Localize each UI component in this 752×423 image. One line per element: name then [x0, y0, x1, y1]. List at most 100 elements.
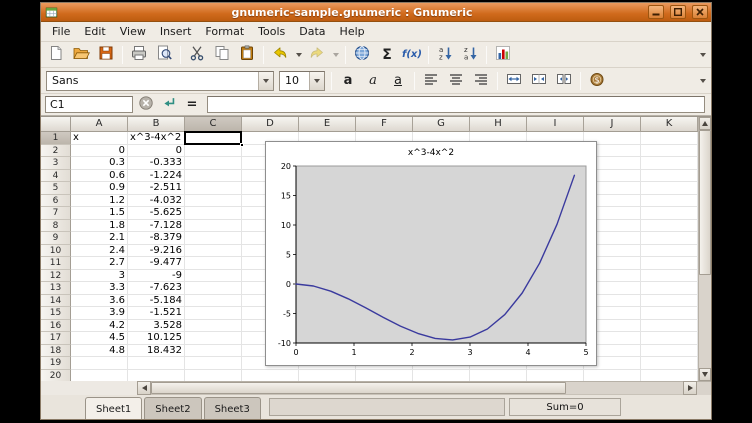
autosum-button[interactable]: Σ [375, 43, 399, 67]
close-button[interactable] [692, 5, 708, 19]
cell-B8[interactable]: -7.128 [128, 220, 185, 233]
print-button[interactable] [127, 43, 151, 67]
cell-B20[interactable] [128, 370, 185, 382]
undo-button[interactable] [268, 43, 292, 67]
cell-B14[interactable]: -5.184 [128, 295, 185, 308]
menu-edit[interactable]: Edit [77, 23, 112, 41]
row-header-2[interactable]: 2 [41, 145, 71, 158]
cell-A10[interactable]: 2.4 [71, 245, 128, 258]
cell-B16[interactable]: 3.528 [128, 320, 185, 333]
equals-button[interactable]: = [182, 95, 202, 115]
menu-format[interactable]: Format [198, 23, 251, 41]
row-header-14[interactable]: 14 [41, 295, 71, 308]
format-money-button[interactable]: $ [585, 69, 609, 93]
align-right-button[interactable] [469, 69, 493, 93]
underline-button[interactable]: a [386, 69, 410, 93]
font-size-dropdown[interactable] [309, 72, 324, 90]
column-header-J[interactable]: J [584, 117, 641, 132]
cell-B5[interactable]: -2.511 [128, 182, 185, 195]
cell-C15[interactable] [185, 307, 242, 320]
cell-A1[interactable]: x [71, 132, 128, 145]
cell-K15[interactable] [641, 307, 698, 320]
insert-function-button[interactable]: f(x) [400, 43, 424, 67]
cell-B19[interactable] [128, 357, 185, 370]
minimize-button[interactable] [648, 5, 664, 19]
cell-A13[interactable]: 3.3 [71, 282, 128, 295]
cell-B7[interactable]: -5.625 [128, 207, 185, 220]
column-header-E[interactable]: E [299, 117, 356, 132]
cell-K8[interactable] [641, 220, 698, 233]
cell-B13[interactable]: -7.623 [128, 282, 185, 295]
toolbar-overflow-button[interactable] [697, 43, 708, 67]
column-header-B[interactable]: B [128, 117, 185, 132]
cell-A16[interactable]: 4.2 [71, 320, 128, 333]
column-header-A[interactable]: A [71, 117, 128, 132]
cell-C5[interactable] [185, 182, 242, 195]
row-header-12[interactable]: 12 [41, 270, 71, 283]
cell-K11[interactable] [641, 257, 698, 270]
embedded-chart[interactable]: x^3-4x^2-10-505101520012345 [265, 141, 597, 366]
new-file-button[interactable] [44, 43, 68, 67]
cell-C8[interactable] [185, 220, 242, 233]
cell-A9[interactable]: 2.1 [71, 232, 128, 245]
cell-K14[interactable] [641, 295, 698, 308]
menu-file[interactable]: File [45, 23, 77, 41]
horizontal-scroll-track[interactable] [151, 381, 683, 395]
cell-J20[interactable] [584, 370, 641, 382]
cell-C18[interactable] [185, 345, 242, 358]
tab-sheet1[interactable]: Sheet1 [85, 397, 142, 419]
row-header-18[interactable]: 18 [41, 345, 71, 358]
menu-insert[interactable]: Insert [153, 23, 199, 41]
cell-K3[interactable] [641, 157, 698, 170]
cell-A3[interactable]: 0.3 [71, 157, 128, 170]
cell-B1[interactable]: x^3-4x^2 [128, 132, 185, 145]
row-header-16[interactable]: 16 [41, 320, 71, 333]
cell-K7[interactable] [641, 207, 698, 220]
cell-B10[interactable]: -9.216 [128, 245, 185, 258]
row-header-1[interactable]: 1 [41, 132, 71, 145]
cell-B17[interactable]: 10.125 [128, 332, 185, 345]
font-name-dropdown[interactable] [258, 72, 273, 90]
cell-E20[interactable] [299, 370, 356, 382]
vertical-scroll-thumb[interactable] [699, 130, 711, 275]
column-header-H[interactable]: H [470, 117, 527, 132]
column-header-K[interactable]: K [641, 117, 698, 132]
row-header-17[interactable]: 17 [41, 332, 71, 345]
cell-A8[interactable]: 1.8 [71, 220, 128, 233]
grid-corner[interactable] [41, 117, 71, 132]
insert-chart-button[interactable] [491, 43, 515, 67]
cell-K12[interactable] [641, 270, 698, 283]
cell-B2[interactable]: 0 [128, 145, 185, 158]
cell-I20[interactable] [527, 370, 584, 382]
cell-A7[interactable]: 1.5 [71, 207, 128, 220]
bold-button[interactable]: a [336, 69, 360, 93]
cell-C12[interactable] [185, 270, 242, 283]
column-header-F[interactable]: F [356, 117, 413, 132]
cell-K16[interactable] [641, 320, 698, 333]
cell-D20[interactable] [242, 370, 299, 382]
cell-A15[interactable]: 3.9 [71, 307, 128, 320]
print-preview-button[interactable] [152, 43, 176, 67]
row-header-15[interactable]: 15 [41, 307, 71, 320]
vertical-scrollbar[interactable] [698, 117, 711, 381]
menu-tools[interactable]: Tools [251, 23, 292, 41]
cell-K18[interactable] [641, 345, 698, 358]
insert-hyperlink-button[interactable] [350, 43, 374, 67]
cell-K17[interactable] [641, 332, 698, 345]
cell-A20[interactable] [71, 370, 128, 382]
cell-C14[interactable] [185, 295, 242, 308]
scroll-right-button[interactable] [683, 381, 697, 395]
cell-C13[interactable] [185, 282, 242, 295]
cell-B9[interactable]: -8.379 [128, 232, 185, 245]
cell-B3[interactable]: -0.333 [128, 157, 185, 170]
cell-A5[interactable]: 0.9 [71, 182, 128, 195]
italic-button[interactable]: a [361, 69, 385, 93]
cell-K19[interactable] [641, 357, 698, 370]
scroll-up-button[interactable] [699, 117, 711, 130]
row-header-4[interactable]: 4 [41, 170, 71, 183]
cell-B11[interactable]: -9.477 [128, 257, 185, 270]
open-file-button[interactable] [69, 43, 93, 67]
cell-K1[interactable] [641, 132, 698, 145]
scroll-left-button[interactable] [137, 381, 151, 395]
font-name-combo[interactable]: Sans [46, 71, 274, 91]
